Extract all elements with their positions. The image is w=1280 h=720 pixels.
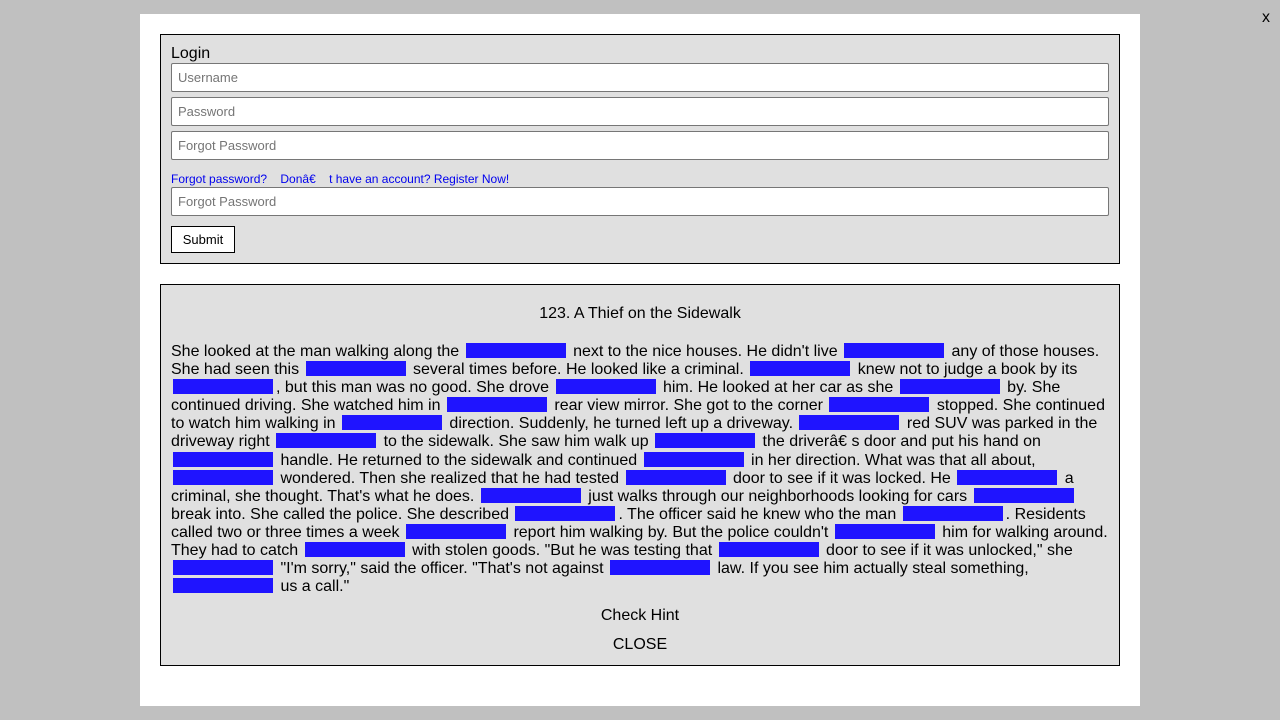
story-segment: several times before. He looked like a c… [408, 361, 749, 379]
blank-input[interactable] [625, 469, 726, 485]
blank-input[interactable] [173, 451, 273, 467]
blank-input[interactable] [305, 361, 406, 377]
story-title: 123. A Thief on the Sidewalk [539, 305, 741, 322]
blank-input[interactable] [173, 560, 273, 576]
blank-input[interactable] [173, 379, 273, 395]
blank-input[interactable] [341, 415, 442, 431]
story-segment: "I'm sorry," said the officer. "That's n… [276, 560, 609, 578]
story-segment: She looked at the man walking along the [171, 343, 464, 360]
blank-input[interactable] [465, 343, 566, 358]
story-segment: door to see if it was unlocked," she [821, 542, 1073, 560]
password-input[interactable] [171, 97, 1109, 126]
story-segment: law. If you see him actually steal somet… [713, 560, 1029, 578]
blank-input[interactable] [902, 505, 1003, 521]
story-panel: 123. A Thief on the Sidewalk She looked … [160, 284, 1120, 666]
story-segment: wondered. Then she realized that he had … [276, 469, 624, 487]
story-segment: next to the nice houses. He didn't live [568, 343, 843, 360]
story-text: She looked at the man walking along the … [171, 343, 1109, 596]
blank-input[interactable] [655, 433, 756, 449]
story-segment: to the sidewalk. She saw him walk up [379, 433, 654, 451]
blank-input[interactable] [829, 397, 930, 413]
blank-input[interactable] [957, 469, 1058, 485]
blank-input[interactable] [480, 487, 581, 503]
blank-input[interactable] [555, 379, 656, 395]
forgot-password-link[interactable]: Forgot password? [171, 172, 267, 186]
forgot-password-email-input[interactable] [171, 187, 1109, 216]
close-button[interactable]: CLOSE [161, 636, 1119, 654]
blank-input[interactable] [799, 415, 900, 431]
blank-input[interactable] [446, 397, 547, 413]
modal-dialog: Login Forgot password? Donâ€ t have an a… [140, 14, 1140, 706]
story-segment: . The officer said he knew who the man [618, 505, 901, 523]
username-input[interactable] [171, 63, 1109, 92]
story-segment: break into. She called the police. She d… [171, 505, 514, 523]
blank-input[interactable] [834, 523, 935, 539]
story-segment: with stolen goods. "But he was testing t… [407, 542, 717, 560]
story-segment: report him walking by. But the police co… [509, 523, 833, 541]
story-segment: him. He looked at her car as she [658, 379, 898, 397]
blank-input[interactable] [973, 487, 1074, 503]
story-segment: just walks through our neighborhoods loo… [583, 487, 972, 505]
check-hint-button[interactable]: Check Hint [161, 607, 1119, 625]
story-segment: the driverâ€ s door and put his hand on [758, 433, 1041, 451]
story-segment: rear view mirror. She got to the corner [549, 397, 828, 415]
overlay-close-icon[interactable]: x [1262, 9, 1270, 27]
blank-input[interactable] [643, 451, 744, 467]
forgot-password-input[interactable] [171, 131, 1109, 160]
blank-input[interactable] [276, 433, 377, 449]
blank-input[interactable] [718, 542, 819, 558]
story-segment: handle. He returned to the sidewalk and … [276, 451, 642, 469]
blank-input[interactable] [304, 542, 405, 558]
login-panel: Login Forgot password? Donâ€ t have an a… [160, 34, 1120, 264]
blank-input[interactable] [406, 523, 506, 539]
story-segment: us a call." [276, 578, 350, 596]
account-links: Forgot password? Donâ€ t have an account… [171, 172, 509, 186]
blank-input[interactable] [610, 560, 711, 576]
story-segment: door to see if it was locked. He [728, 469, 956, 487]
blank-input[interactable] [844, 343, 945, 358]
story-segment: knew not to judge a book by its [853, 361, 1078, 379]
blank-input[interactable] [173, 469, 273, 485]
login-title: Login [171, 45, 211, 62]
blank-input[interactable] [750, 361, 851, 377]
story-segment: direction. Suddenly, he turned left up a… [444, 415, 798, 433]
story-segment: , but this man was no good. She drove [276, 379, 554, 397]
register-link[interactable]: Donâ€ t have an account? Register Now! [280, 172, 509, 186]
blank-input[interactable] [899, 379, 1000, 395]
blank-input[interactable] [515, 505, 616, 521]
blank-input[interactable] [173, 578, 273, 594]
story-segment: in her direction. What was that all abou… [746, 451, 1036, 469]
submit-button[interactable]: Submit [171, 226, 235, 253]
